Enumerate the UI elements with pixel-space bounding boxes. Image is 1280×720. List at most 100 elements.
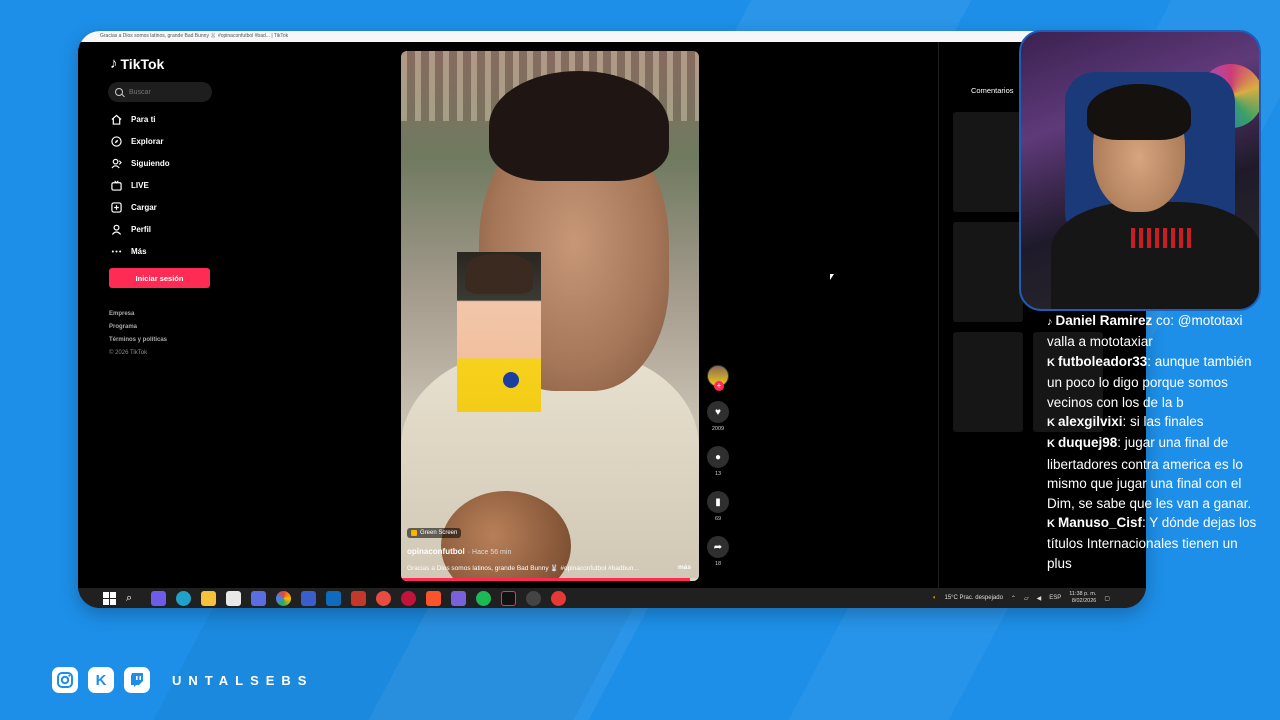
like-button[interactable]: ♥ — [707, 401, 729, 423]
kick-badge-icon: K — [1047, 356, 1055, 369]
browser-tab-title[interactable]: Gracias a Dios somos latinos, grande Bad… — [78, 31, 1146, 42]
video-thumbnail[interactable] — [953, 112, 1023, 212]
system-tray: ◐ 15°C Prac. despejado ⌃ ▱ ◀ ESP 11:38 p… — [933, 588, 1110, 608]
search-box[interactable] — [108, 82, 212, 102]
profile-icon — [110, 223, 122, 235]
photos-icon[interactable] — [301, 590, 316, 606]
effect-icon — [411, 530, 417, 536]
kick-badge-icon: K — [1047, 438, 1055, 451]
language-indicator[interactable]: ESP — [1049, 595, 1061, 601]
kick-badge-icon: K — [1047, 518, 1055, 531]
login-button[interactable]: Iniciar sesión — [109, 268, 210, 288]
tiktok-note-icon: ♪ — [110, 55, 118, 72]
comment-count: 13 — [714, 471, 722, 477]
tray-chevron-icon[interactable]: ⌃ — [1011, 595, 1016, 602]
video-progress-fill — [401, 578, 691, 581]
save-count: 69 — [714, 516, 722, 522]
sidebar-item-label: Perfil — [131, 224, 152, 234]
video-thumbnail[interactable] — [953, 222, 1023, 322]
footer-link-terminos[interactable]: Términos y políticas — [109, 334, 167, 347]
kick-badge-icon: K — [1047, 417, 1055, 430]
chat-message: Kalexgilvixi: si las finales — [1047, 412, 1260, 433]
effect-label: Green Screen — [420, 530, 458, 536]
chrome-icon[interactable] — [276, 590, 291, 606]
record-icon[interactable] — [376, 590, 391, 606]
tiktok-app-icon[interactable] — [501, 590, 516, 606]
sidebar-item-para-ti[interactable]: Para ti — [110, 108, 220, 130]
weather-text[interactable]: 15°C Prac. despejado — [944, 595, 1002, 601]
tab-comentarios[interactable]: Comentarios — [971, 86, 1014, 95]
edge-icon[interactable] — [176, 590, 191, 606]
spotify-icon[interactable] — [476, 590, 491, 606]
teams-icon[interactable] — [251, 590, 266, 606]
chat-message: Kfutboleador33: aunque también un poco l… — [1047, 352, 1260, 412]
more-icon — [110, 245, 122, 257]
share-count: 18 — [714, 561, 722, 567]
news-icon[interactable] — [351, 590, 366, 606]
live-icon — [110, 179, 122, 191]
overlay-jersey-crest — [503, 372, 519, 388]
streaming-app-icon[interactable] — [526, 590, 541, 606]
save-button[interactable]: ▮ — [707, 491, 729, 513]
volume-icon[interactable]: ◀ — [1037, 595, 1042, 602]
caption-more-link[interactable]: más — [678, 564, 691, 571]
outlook-icon[interactable] — [326, 590, 341, 606]
chat-username: Daniel Ramirez — [1055, 313, 1153, 328]
file-explorer-icon[interactable] — [201, 590, 216, 606]
video-username[interactable]: opinaconfutbol — [407, 547, 465, 556]
brave-icon[interactable] — [426, 590, 441, 606]
chat-message: Kduquej98: jugar una final de libertador… — [1047, 433, 1260, 513]
following-icon — [110, 157, 122, 169]
notifications-icon[interactable]: ▢ — [1104, 595, 1110, 602]
creator-avatar[interactable]: + — [707, 365, 729, 391]
clock[interactable]: 11:38 p. m. 8/02/2026 — [1069, 591, 1096, 605]
webcam-person-body — [1051, 202, 1259, 309]
tiktok-logo-text: TikTok — [120, 55, 165, 72]
sidebar-item-label: Siguiendo — [131, 158, 170, 168]
obs-icon[interactable] — [451, 590, 466, 606]
overlay-hair — [465, 254, 533, 294]
sidebar-item-label: LIVE — [131, 180, 149, 190]
footer-link-programa[interactable]: Programa — [109, 321, 167, 334]
video-player[interactable]: Green Screen opinaconfutbol · Hace 56 min… — [401, 51, 699, 581]
video-thumbnail[interactable] — [953, 332, 1023, 432]
effect-badge[interactable]: Green Screen — [407, 528, 462, 538]
sidebar-footer: Empresa Programa Términos y políticas © … — [109, 308, 167, 360]
sidebar-item-perfil[interactable]: Perfil — [110, 218, 220, 240]
tiktok-logo[interactable]: ♪ TikTok — [110, 55, 164, 72]
sidebar-item-siguiendo[interactable]: Siguiendo — [110, 152, 220, 174]
comment-icon: ● — [714, 451, 722, 463]
footer-link-empresa[interactable]: Empresa — [109, 308, 167, 321]
sidebar-item-mas[interactable]: Más — [110, 240, 220, 262]
copilot-icon[interactable] — [151, 590, 166, 606]
recorder-icon[interactable] — [551, 590, 566, 606]
like-count: 2009 — [711, 426, 725, 432]
stream-chat: ♪ Daniel Ramirez co: @mototaxi valla a mo… — [1047, 311, 1260, 591]
tiktok-badge-icon: ♪ — [1047, 316, 1053, 328]
search-icon — [115, 88, 123, 96]
video-progress-bar[interactable] — [401, 578, 699, 581]
store-icon[interactable] — [226, 590, 241, 606]
chat-username: Manuso_Cisf — [1057, 515, 1142, 531]
windows-start-icon[interactable] — [103, 591, 116, 605]
sidebar-item-explorar[interactable]: Explorar — [110, 130, 220, 152]
mouse-cursor — [830, 274, 834, 280]
search-input[interactable] — [129, 88, 199, 96]
kick-icon: K — [88, 667, 114, 693]
chat-username: duquej98 — [1057, 435, 1118, 451]
sidebar-item-cargar[interactable]: Cargar — [110, 196, 220, 218]
follow-plus-icon[interactable]: + — [714, 381, 724, 391]
search-icon[interactable]: ⌕ — [126, 591, 141, 606]
chat-text: : si las finales — [1122, 414, 1204, 430]
weather-icon: ◐ — [932, 595, 937, 601]
video-time: · Hace 56 min — [467, 549, 512, 556]
network-icon[interactable]: ▱ — [1024, 595, 1029, 602]
share-button[interactable]: ➦ — [707, 536, 729, 558]
sidebar-item-live[interactable]: LIVE — [110, 174, 220, 196]
opera-icon[interactable] — [401, 590, 416, 606]
compass-icon — [110, 135, 122, 147]
green-screen-overlay — [457, 252, 541, 412]
video-author[interactable]: opinaconfutbol · Hace 56 min — [407, 547, 511, 556]
sidebar-item-label: Cargar — [131, 202, 157, 212]
comment-button[interactable]: ● — [707, 446, 729, 468]
